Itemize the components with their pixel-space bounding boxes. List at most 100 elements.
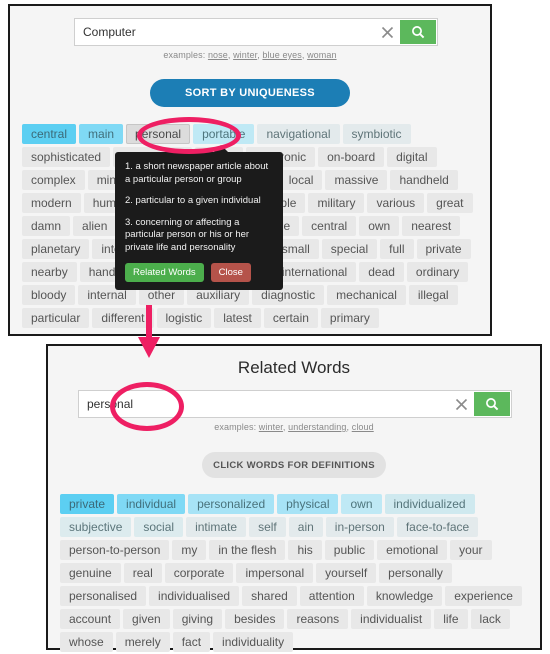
word-tag[interactable]: real bbox=[123, 563, 162, 583]
example-link[interactable]: winter bbox=[233, 50, 257, 60]
word-tag[interactable]: private bbox=[416, 239, 471, 259]
word-tag[interactable]: various bbox=[367, 193, 425, 213]
word-tag[interactable]: massive bbox=[325, 170, 388, 190]
word-tag[interactable]: handheld bbox=[390, 170, 458, 190]
search-button[interactable] bbox=[400, 20, 436, 44]
word-tag[interactable]: attention bbox=[299, 586, 364, 606]
word-tag[interactable]: subjective bbox=[60, 517, 132, 537]
word-tag[interactable]: person-to-person bbox=[60, 540, 170, 560]
word-tag[interactable]: experience bbox=[445, 586, 522, 606]
word-tag[interactable]: alien bbox=[73, 216, 117, 236]
related-search-input[interactable] bbox=[79, 391, 448, 417]
word-tag[interactable]: physical bbox=[277, 494, 339, 514]
word-tag[interactable]: individualised bbox=[149, 586, 240, 606]
word-tag[interactable]: whose bbox=[60, 632, 113, 652]
word-tag[interactable]: symbiotic bbox=[342, 124, 411, 144]
word-tag[interactable]: shared bbox=[242, 586, 297, 606]
word-tag[interactable]: latest bbox=[214, 308, 261, 328]
word-tag[interactable]: central bbox=[22, 124, 77, 144]
example-link[interactable]: woman bbox=[307, 50, 337, 60]
word-tag[interactable]: public bbox=[324, 540, 375, 560]
word-tag[interactable]: corporate bbox=[164, 563, 234, 583]
word-tag[interactable]: portable bbox=[193, 124, 255, 144]
close-tooltip-button[interactable]: Close bbox=[210, 263, 251, 282]
word-tag[interactable]: face-to-face bbox=[396, 517, 479, 537]
close-x-icon[interactable] bbox=[448, 391, 474, 417]
word-tag[interactable]: nearest bbox=[402, 216, 461, 236]
word-tag[interactable]: own bbox=[341, 494, 382, 514]
example-link[interactable]: blue eyes bbox=[262, 50, 301, 60]
click-words-for-definitions-button[interactable]: CLICK WORDS FOR DEFINITIONS bbox=[202, 452, 386, 478]
word-tag[interactable]: mechanical bbox=[327, 285, 406, 305]
word-tag[interactable]: on-board bbox=[318, 147, 385, 167]
word-tag[interactable]: complex bbox=[22, 170, 85, 190]
sort-by-uniqueness-button[interactable]: SORT BY UNIQUENESS bbox=[150, 79, 350, 107]
word-tag[interactable]: life bbox=[434, 609, 468, 629]
word-tag[interactable]: your bbox=[450, 540, 492, 560]
word-tag[interactable]: my bbox=[172, 540, 207, 560]
word-tag[interactable]: nearby bbox=[22, 262, 77, 282]
word-tag[interactable]: great bbox=[427, 193, 473, 213]
word-tag[interactable]: certain bbox=[263, 308, 318, 328]
word-tag[interactable]: emotional bbox=[377, 540, 448, 560]
word-tag[interactable]: dead bbox=[359, 262, 404, 282]
word-tag[interactable]: international bbox=[272, 262, 357, 282]
word-tag[interactable]: ordinary bbox=[406, 262, 469, 282]
related-words-button[interactable]: Related Words bbox=[125, 263, 204, 282]
word-tag[interactable]: his bbox=[288, 540, 322, 560]
word-tag[interactable]: ain bbox=[288, 517, 323, 537]
word-tag[interactable]: individualized bbox=[384, 494, 475, 514]
word-tag[interactable]: yourself bbox=[316, 563, 377, 583]
word-tag[interactable]: genuine bbox=[60, 563, 121, 583]
word-tag[interactable]: special bbox=[321, 239, 378, 259]
word-tag[interactable]: planetary bbox=[22, 239, 90, 259]
word-tag[interactable]: knowledge bbox=[366, 586, 443, 606]
word-tag[interactable]: self bbox=[249, 517, 286, 537]
word-tag[interactable]: giving bbox=[172, 609, 223, 629]
example-link[interactable]: winter bbox=[259, 422, 283, 432]
example-link[interactable]: understanding bbox=[288, 422, 346, 432]
related-search-bar[interactable] bbox=[78, 390, 512, 418]
word-tag[interactable]: personalized bbox=[188, 494, 275, 514]
word-tag[interactable]: central bbox=[302, 216, 357, 236]
word-tag[interactable]: primary bbox=[320, 308, 379, 328]
word-tag[interactable]: personalised bbox=[60, 586, 147, 606]
word-tag[interactable]: modern bbox=[22, 193, 81, 213]
word-tag[interactable]: own bbox=[359, 216, 400, 236]
word-tag[interactable]: damn bbox=[22, 216, 71, 236]
word-tag[interactable]: logistic bbox=[156, 308, 212, 328]
word-tag[interactable]: individuality bbox=[213, 632, 294, 652]
word-tag[interactable]: bloody bbox=[22, 285, 76, 305]
top-search-bar[interactable] bbox=[74, 18, 438, 46]
word-tag[interactable]: intimate bbox=[186, 517, 247, 537]
word-tag[interactable]: lack bbox=[470, 609, 510, 629]
word-tag[interactable]: local bbox=[279, 170, 323, 190]
word-tag[interactable]: personal bbox=[126, 124, 191, 144]
search-input[interactable] bbox=[75, 19, 374, 45]
word-tag[interactable]: merely bbox=[115, 632, 170, 652]
word-tag[interactable]: digital bbox=[387, 147, 437, 167]
word-tag[interactable]: social bbox=[134, 517, 184, 537]
word-tag[interactable]: individual bbox=[117, 494, 186, 514]
word-tag[interactable]: particular bbox=[22, 308, 90, 328]
word-tag[interactable]: military bbox=[308, 193, 365, 213]
close-x-icon[interactable] bbox=[374, 19, 400, 45]
word-tag[interactable]: fact bbox=[172, 632, 211, 652]
example-link[interactable]: nose bbox=[208, 50, 228, 60]
word-tag[interactable]: full bbox=[380, 239, 414, 259]
word-tag[interactable]: in the flesh bbox=[209, 540, 286, 560]
word-tag[interactable]: impersonal bbox=[236, 563, 314, 583]
word-tag[interactable]: private bbox=[60, 494, 115, 514]
word-tag[interactable]: different bbox=[92, 308, 154, 328]
example-link[interactable]: cloud bbox=[352, 422, 374, 432]
word-tag[interactable]: sophisticated bbox=[22, 147, 111, 167]
word-tag[interactable]: individualist bbox=[351, 609, 432, 629]
word-tag[interactable]: reasons bbox=[287, 609, 349, 629]
word-tag[interactable]: navigational bbox=[257, 124, 340, 144]
word-tag[interactable]: given bbox=[123, 609, 170, 629]
word-tag[interactable]: personally bbox=[379, 563, 452, 583]
word-tag[interactable]: besides bbox=[225, 609, 285, 629]
word-tag[interactable]: account bbox=[60, 609, 121, 629]
word-tag[interactable]: illegal bbox=[408, 285, 458, 305]
related-search-button[interactable] bbox=[474, 392, 510, 416]
